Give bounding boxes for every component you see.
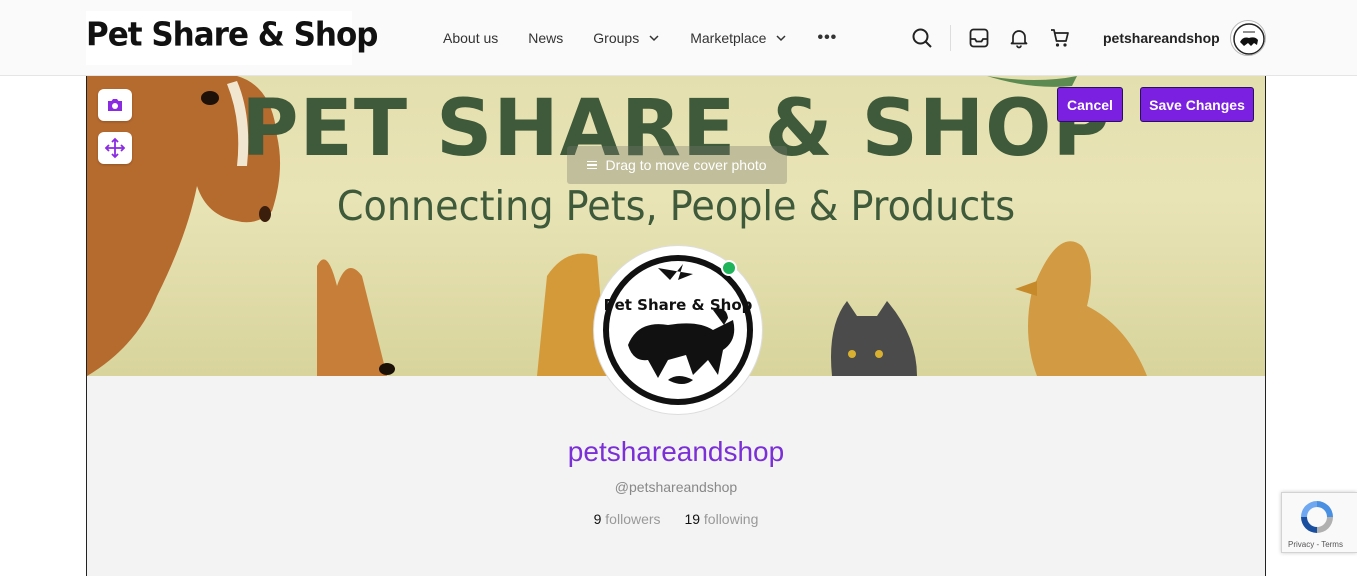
inbox-icon[interactable] bbox=[968, 27, 990, 49]
recaptcha-badge[interactable]: Privacy - Terms bbox=[1281, 492, 1357, 553]
site-logo-text: Pet Share & Shop bbox=[86, 16, 378, 54]
drag-handle-icon bbox=[587, 161, 598, 169]
change-cover-photo-button[interactable] bbox=[98, 89, 132, 121]
nav-label: Marketplace bbox=[690, 30, 767, 46]
recaptcha-links[interactable]: Privacy - Terms bbox=[1288, 540, 1343, 549]
profile-avatar[interactable]: Pet Share & Shop bbox=[594, 246, 762, 414]
chevron-down-icon bbox=[649, 35, 659, 42]
nav-label: About us bbox=[443, 30, 499, 46]
nav-item-news[interactable]: News bbox=[528, 30, 563, 46]
reposition-cover-button[interactable] bbox=[98, 132, 132, 164]
main-nav: About us News Groups Marketplace ••• bbox=[443, 28, 867, 48]
profile-display-name: petshareandshop bbox=[567, 436, 785, 467]
nav-item-groups[interactable]: Groups bbox=[593, 30, 660, 46]
top-navigation-bar: Pet Share & Shop About us News Groups Ma… bbox=[0, 0, 1357, 76]
bell-icon[interactable] bbox=[1008, 27, 1030, 49]
site-logo[interactable]: Pet Share & Shop bbox=[86, 11, 378, 65]
recaptcha-logo-icon bbox=[1301, 501, 1333, 533]
avatar-logo-text: Pet Share & Shop bbox=[604, 296, 753, 314]
followers-count[interactable]: 9 bbox=[594, 511, 602, 527]
nav-label: News bbox=[528, 30, 564, 46]
nav-label: Groups bbox=[593, 30, 640, 46]
online-status-indicator bbox=[721, 260, 737, 276]
cover-subtitle: Connecting Pets, People & Products bbox=[336, 182, 1016, 230]
pet-logo-icon bbox=[1233, 23, 1265, 55]
nav-item-marketplace[interactable]: Marketplace bbox=[690, 30, 787, 46]
cart-icon[interactable] bbox=[1049, 27, 1071, 49]
following-count[interactable]: 19 bbox=[684, 511, 700, 527]
profile-card: PET SHARE & SHOP Connecting Pets, People… bbox=[86, 76, 1266, 576]
move-arrows-icon bbox=[104, 137, 126, 159]
chevron-down-icon bbox=[776, 35, 786, 42]
search-icon[interactable] bbox=[911, 27, 933, 49]
save-changes-button[interactable]: Save Changes bbox=[1140, 87, 1254, 122]
camera-icon bbox=[108, 99, 122, 111]
header-username[interactable]: petshareandshop bbox=[1103, 30, 1220, 46]
follow-stats: 9 followers 19 following bbox=[87, 511, 1265, 527]
more-menu-button[interactable]: ••• bbox=[817, 29, 837, 47]
followers-label[interactable]: followers bbox=[605, 511, 660, 527]
following-label[interactable]: following bbox=[704, 511, 758, 527]
nav-item-about-us[interactable]: About us bbox=[443, 30, 498, 46]
header-avatar[interactable] bbox=[1230, 20, 1266, 56]
profile-handle: @petshareandshop bbox=[614, 479, 738, 495]
cancel-button[interactable]: Cancel bbox=[1057, 87, 1123, 122]
drag-hint-label: Drag to move cover photo bbox=[605, 157, 767, 173]
header-divider bbox=[950, 25, 951, 51]
drag-hint[interactable]: Drag to move cover photo bbox=[567, 146, 787, 184]
